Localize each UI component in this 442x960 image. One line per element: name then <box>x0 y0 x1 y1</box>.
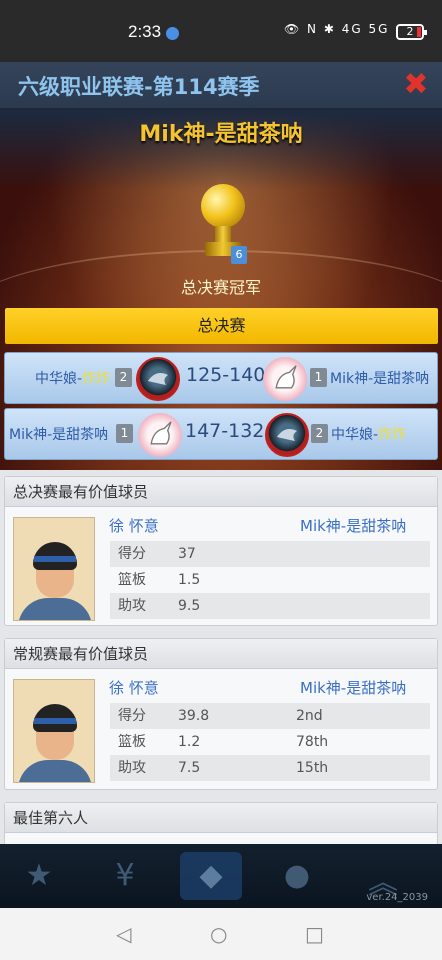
stat-label: 篮板 <box>118 572 146 588</box>
stat-rank: 78th <box>296 734 329 750</box>
dragon-team-logo-icon <box>265 413 309 457</box>
player-avatar[interactable] <box>13 517 95 621</box>
trophy-count-badge: 6 <box>231 246 247 264</box>
stat-row: 助攻 7.5 15th <box>110 755 430 781</box>
stat-value: 37 <box>178 546 196 562</box>
away-team-name: 中华娘-炸炸 <box>331 427 407 443</box>
recents-icon[interactable]: □ <box>305 922 324 946</box>
player-avatar[interactable] <box>13 679 95 783</box>
stat-row: 篮板 1.2 78th <box>110 729 430 755</box>
home-team-name: Mik神-是甜茶呐 <box>9 427 109 443</box>
nav-chat-icon[interactable]: ● <box>266 852 328 900</box>
awards-list[interactable]: 总决赛最有价值球员 徐 怀意 Mik神-是甜茶呐 得分 37 篮板 1.5 助攻… <box>0 470 442 848</box>
nav-home-icon[interactable]: ★ <box>8 852 70 900</box>
finals-button[interactable]: 总决赛 <box>5 308 438 344</box>
stat-label: 得分 <box>118 708 146 724</box>
battery-icon: 2 <box>396 24 427 40</box>
finals-mvp-header: 总决赛最有价值球员 <box>5 477 437 507</box>
game-row[interactable]: 中华娘-炸炸 2 125-140 1 Mik神-是甜茶呐 <box>4 352 438 404</box>
status-time: 2:33 <box>128 22 162 41</box>
home-icon[interactable]: ○ <box>210 922 227 946</box>
away-seed-badge: 1 <box>310 368 327 387</box>
player-name-link[interactable]: 徐 怀意 <box>109 677 159 698</box>
status-bar: 2:33 👁 N ✱ 4G 5G 2 <box>0 0 442 62</box>
stat-label: 助攻 <box>118 598 146 614</box>
team-name-link[interactable]: Mik神-是甜茶呐 <box>300 515 406 536</box>
sixth-man-header: 最佳第六人 <box>5 803 437 833</box>
stat-row: 得分 39.8 2nd <box>110 703 430 729</box>
champion-label: 总决赛冠军 <box>180 278 261 297</box>
nav-finance-icon[interactable]: ¥ <box>94 852 156 900</box>
game-row[interactable]: Mik神-是甜茶呐 1 147-132 2 中华娘-炸炸 <box>4 408 438 460</box>
stat-value: 7.5 <box>178 760 201 776</box>
stat-row: 助攻 9.5 <box>110 593 430 619</box>
status-icons: 👁 N ✱ 4G 5G <box>284 22 390 36</box>
game-score: 147-132 <box>185 420 265 442</box>
close-icon[interactable]: ✖ <box>402 70 430 100</box>
stat-row: 篮板 1.5 <box>110 567 430 593</box>
battery-level: 2 <box>406 25 414 38</box>
home-seed-badge: 1 <box>116 424 133 443</box>
trophy-icon: 6 <box>195 180 251 270</box>
stat-rank: 15th <box>296 760 329 776</box>
away-seed-badge: 2 <box>311 424 328 443</box>
stat-value: 1.5 <box>178 572 201 588</box>
sixth-man-card[interactable]: 最佳第六人 <box>4 802 438 848</box>
app-notification-icon <box>166 27 179 40</box>
dragon-team-logo-icon <box>136 357 180 401</box>
stat-value: 1.2 <box>178 734 201 750</box>
home-team-name: 中华娘-炸炸 <box>35 371 111 387</box>
stat-value: 39.8 <box>178 708 210 724</box>
version-label: ver.24_2039 <box>366 892 428 903</box>
title-bar: 六级职业联赛-第114赛季 ✖ <box>0 62 442 110</box>
home-seed-badge: 2 <box>115 368 132 387</box>
unicorn-team-logo-icon <box>263 357 307 401</box>
finals-mvp-card[interactable]: 总决赛最有价值球员 徐 怀意 Mik神-是甜茶呐 得分 37 篮板 1.5 助攻… <box>4 476 438 626</box>
stat-rank: 2nd <box>296 708 323 724</box>
page-title: 六级职业联赛-第114赛季 <box>18 75 260 99</box>
bottom-nav: ★ ¥ ◆ ● ︽ ver.24_2039 <box>0 844 442 908</box>
team-name-link[interactable]: Mik神-是甜茶呐 <box>300 677 406 698</box>
stat-row: 得分 37 <box>110 541 430 567</box>
player-name-link[interactable]: 徐 怀意 <box>109 515 159 536</box>
stat-label: 得分 <box>118 546 146 562</box>
regular-mvp-header: 常规赛最有价值球员 <box>5 639 437 669</box>
away-team-name: Mik神-是甜茶呐 <box>330 371 430 387</box>
stat-label: 助攻 <box>118 760 146 776</box>
champion-banner: Mik神-是甜茶呐 6 总决赛冠军 总决赛 中华娘-炸炸 2 125-140 1… <box>0 110 442 470</box>
back-icon[interactable]: ◁ <box>116 922 131 946</box>
game-score: 125-140 <box>186 364 266 386</box>
regular-season-mvp-card[interactable]: 常规赛最有价值球员 徐 怀意 Mik神-是甜茶呐 得分 39.8 2nd 篮板 … <box>4 638 438 790</box>
stat-label: 篮板 <box>118 734 146 750</box>
stat-value: 9.5 <box>178 598 201 614</box>
unicorn-team-logo-icon <box>138 413 182 457</box>
system-nav-bar: ◁ ○ □ <box>0 908 442 960</box>
nav-league-icon[interactable]: ◆ <box>180 852 242 900</box>
champion-name: Mik神-是甜茶呐 <box>139 122 303 147</box>
